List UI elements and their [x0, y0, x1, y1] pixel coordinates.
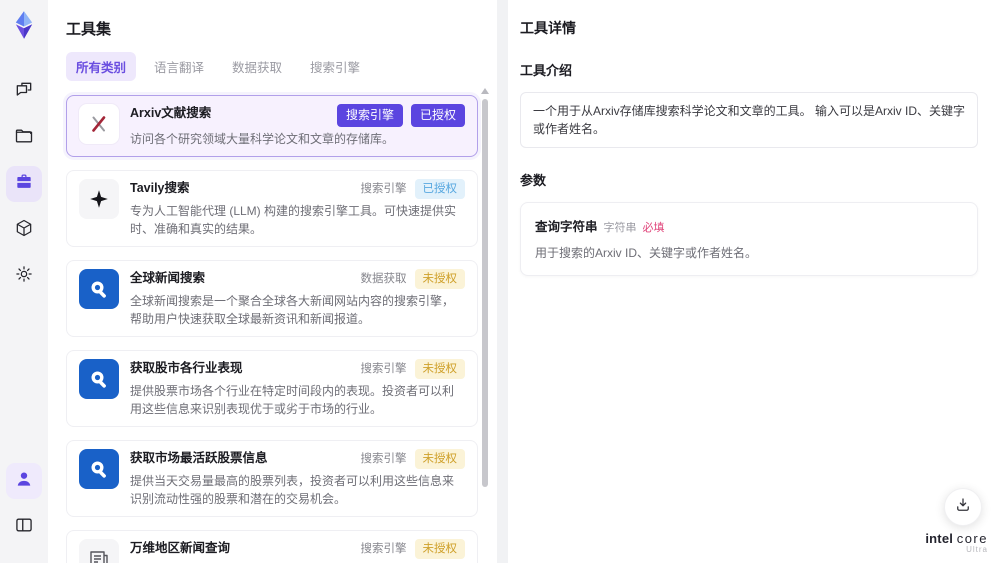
tool-card-global-news[interactable]: 全球新闻搜索 数据获取 未授权 全球新闻搜索是一个聚合全球各大新闻网站内容的搜索… — [66, 259, 478, 337]
category-tabs: 所有类别 语言翻译 数据获取 搜索引擎 — [66, 52, 497, 81]
category-badge: 搜索引擎 — [360, 543, 407, 556]
download-button[interactable] — [944, 488, 982, 526]
auth-status-badge: 未授权 — [414, 449, 465, 470]
sidebar-item-panel-toggle[interactable] — [6, 509, 42, 545]
chat-icon — [14, 80, 34, 105]
app-window: 工具集 所有类别 语言翻译 数据获取 搜索引擎 Arxiv文献搜索 搜索引擎 已… — [0, 0, 1000, 563]
arxiv-icon — [79, 104, 119, 144]
tab-search-engine[interactable]: 搜索引擎 — [300, 52, 370, 81]
core-wordmark: core — [956, 530, 988, 546]
param-description: 用于搜索的Arxiv ID、关键字或作者姓名。 — [535, 246, 758, 260]
tool-description: 提供股票市场各个行业在特定时间段内的表现。投资者可以利用这些信息来识别表现优于或… — [130, 384, 455, 417]
tool-card-stock-sectors[interactable]: 获取股市各行业表现 搜索引擎 未授权 提供股票市场各个行业在特定时间段内的表现。… — [66, 349, 478, 428]
intel-core-logo: intel core Ultra — [925, 530, 988, 555]
category-badge: 搜索引擎 — [360, 362, 407, 375]
news-search-icon — [79, 358, 119, 399]
category-badge: 数据获取 — [360, 272, 407, 285]
download-icon — [954, 496, 972, 519]
tool-description: 全球新闻搜索是一个聚合全球各大新闻网站内容的搜索引擎，帮助用户快速获取全球最新资… — [130, 293, 455, 326]
auth-status-badge: 未授权 — [414, 539, 465, 560]
folder-icon — [14, 126, 34, 151]
tool-name: Arxiv文献搜索 — [130, 106, 212, 120]
auth-status-badge: 已授权 — [410, 104, 465, 127]
app-logo — [9, 10, 39, 40]
sidebar-item-toolbox[interactable] — [6, 166, 42, 202]
tool-card-arxiv[interactable]: Arxiv文献搜索 搜索引擎 已授权 访问各个研究领域大量科学论文和文章的存储库… — [66, 95, 478, 157]
param-required-flag: 必填 — [642, 222, 665, 234]
tool-list: Arxiv文献搜索 搜索引擎 已授权 访问各个研究领域大量科学论文和文章的存储库… — [66, 95, 478, 563]
sidebar-item-settings[interactable] — [6, 258, 42, 294]
tool-name: Tavily搜索 — [130, 180, 190, 195]
auth-status-badge: 已授权 — [414, 178, 465, 199]
user-icon — [14, 469, 34, 494]
param-type: 字符串 — [603, 222, 637, 234]
tool-name: 获取市场最活跃股票信息 — [130, 451, 268, 466]
sidebar — [0, 0, 48, 563]
tab-all-categories[interactable]: 所有类别 — [66, 52, 137, 81]
list-scrollbar[interactable] — [481, 88, 489, 548]
category-badge: 搜索引擎 — [336, 104, 403, 127]
tool-card-regional-news[interactable]: 万维地区新闻查询 搜索引擎 未授权 查询具体行政区划内的新闻，快速了解各地新闻动 — [66, 530, 478, 563]
tool-description: 访问各个研究领域大量科学论文和文章的存储库。 — [130, 131, 395, 146]
sidebar-item-chat[interactable] — [6, 74, 42, 110]
auth-status-badge: 未授权 — [414, 268, 465, 289]
category-badge: 搜索引擎 — [360, 453, 407, 466]
sidebar-item-user[interactable] — [6, 463, 42, 499]
news-search-icon — [79, 268, 119, 309]
intel-sub-label: Ultra — [966, 545, 988, 555]
sparkle-icon — [79, 178, 119, 219]
page-title: 工具集 — [66, 21, 112, 38]
scrollbar-thumb[interactable] — [482, 99, 488, 487]
category-badge: 搜索引擎 — [360, 182, 407, 195]
cube-icon — [14, 218, 34, 243]
tool-description: 专为人工智能代理 (LLM) 构建的搜索引擎工具。可快速提供实时、准确和真实的结… — [130, 203, 457, 236]
intel-wordmark: intel — [925, 530, 954, 546]
param-name: 查询字符串 — [535, 220, 598, 234]
tool-intro-text: 一个用于从Arxiv存储库搜索科学论文和文章的工具。 输入可以是Arxiv ID… — [520, 92, 978, 148]
tool-name: 万维地区新闻查询 — [130, 541, 231, 556]
details-title: 工具详情 — [520, 20, 576, 36]
tool-card-active-stocks[interactable]: 获取市场最活跃股票信息 搜索引擎 未授权 提供当天交易量最高的股票列表，投资者可… — [66, 440, 478, 518]
parameter-card: 查询字符串 字符串 必填 用于搜索的Arxiv ID、关键字或作者姓名。 — [520, 202, 978, 276]
tool-name: 获取股市各行业表现 — [130, 360, 243, 375]
panel-toggle-icon — [14, 515, 34, 540]
tool-description: 提供当天交易量最高的股票列表，投资者可以利用这些信息来识别流动性强的股票和潜在的… — [130, 474, 455, 507]
auth-status-badge: 未授权 — [414, 358, 465, 380]
news-search-icon — [79, 449, 119, 490]
sidebar-item-cube[interactable] — [6, 212, 42, 248]
tools-panel: 工具集 所有类别 语言翻译 数据获取 搜索引擎 Arxiv文献搜索 搜索引擎 已… — [48, 0, 497, 563]
panel-divider — [497, 0, 508, 563]
gear-icon — [14, 264, 34, 289]
tool-details-panel: 工具详情 工具介绍 一个用于从Arxiv存储库搜索科学论文和文章的工具。 输入可… — [508, 0, 1000, 563]
params-heading: 参数 — [520, 173, 547, 188]
intro-heading: 工具介绍 — [520, 63, 573, 78]
tab-language-translation[interactable]: 语言翻译 — [144, 52, 214, 81]
scroll-up-arrow[interactable] — [481, 88, 489, 94]
sidebar-item-folder[interactable] — [6, 120, 42, 156]
tab-data-fetching[interactable]: 数据获取 — [222, 52, 292, 81]
toolbox-icon — [14, 172, 34, 197]
newspaper-icon — [79, 539, 119, 563]
tool-name: 全球新闻搜索 — [130, 270, 206, 285]
tool-card-tavily[interactable]: Tavily搜索 搜索引擎 已授权 专为人工智能代理 (LLM) 构建的搜索引擎… — [66, 169, 478, 247]
